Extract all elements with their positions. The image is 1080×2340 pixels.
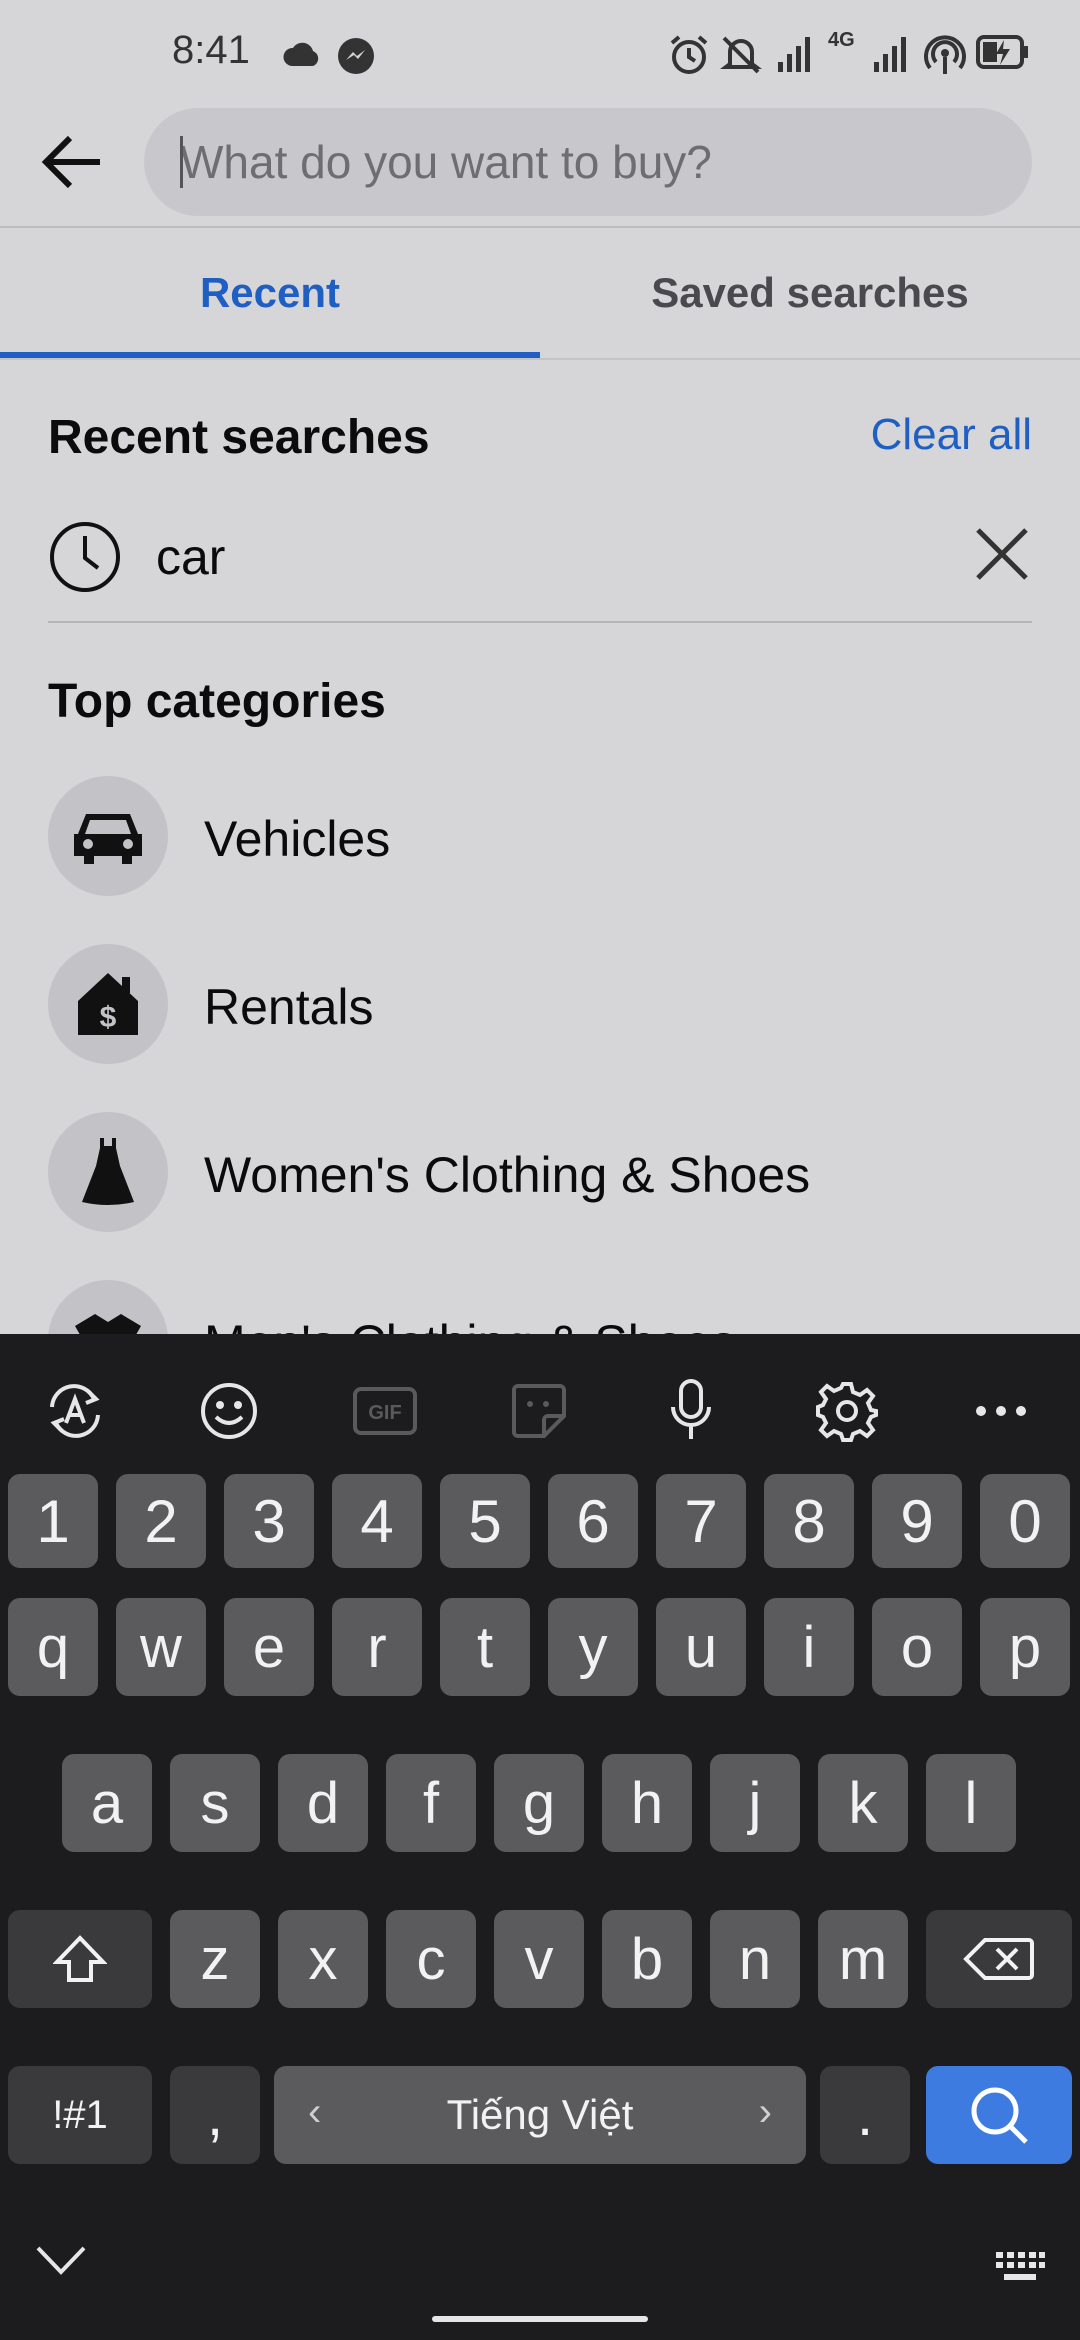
search-box[interactable] xyxy=(144,108,1032,216)
key-c[interactable]: c xyxy=(386,1910,476,2008)
key-y[interactable]: y xyxy=(548,1598,638,1696)
gif-icon: GIF xyxy=(340,1366,430,1456)
top-categories-title: Top categories xyxy=(48,675,386,728)
signal-icon-2 xyxy=(874,37,906,72)
key-h[interactable]: h xyxy=(602,1754,692,1852)
space-right-arrow: › xyxy=(758,2090,772,2134)
search-icon xyxy=(971,2087,1028,2144)
search-input[interactable] xyxy=(144,108,1032,216)
translate-icon[interactable] xyxy=(30,1366,120,1456)
key-u[interactable]: u xyxy=(656,1598,746,1696)
key-m[interactable]: m xyxy=(818,1910,908,2008)
category-vehicles[interactable]: Vehicles xyxy=(48,776,1032,896)
status-bar: 8:41 4G xyxy=(0,0,1080,100)
clock-icon xyxy=(50,522,120,592)
backspace-icon xyxy=(963,1938,1034,1980)
key-9[interactable]: 9 xyxy=(872,1474,962,1568)
key-0[interactable]: 0 xyxy=(980,1474,1070,1568)
shift-key[interactable] xyxy=(8,1910,152,2008)
key-q[interactable]: q xyxy=(8,1598,98,1696)
key-8[interactable]: 8 xyxy=(764,1474,854,1568)
recent-search-term: car xyxy=(156,529,226,585)
recent-searches-title: Recent searches xyxy=(48,411,430,464)
key-2[interactable]: 2 xyxy=(116,1474,206,1568)
key-6[interactable]: 6 xyxy=(548,1474,638,1568)
space-label: Tiếng Việt xyxy=(446,2091,634,2138)
recent-divider xyxy=(48,621,1032,623)
key-f[interactable]: f xyxy=(386,1754,476,1852)
key-e[interactable]: e xyxy=(224,1598,314,1696)
alarm-icon xyxy=(670,35,708,74)
back-button[interactable] xyxy=(30,120,114,204)
key-w[interactable]: w xyxy=(116,1598,206,1696)
clear-all-button[interactable]: Clear all xyxy=(871,410,1032,460)
home-indicator[interactable] xyxy=(432,2316,648,2322)
tabs-divider xyxy=(0,358,1080,360)
key-3[interactable]: 3 xyxy=(224,1474,314,1568)
key-s[interactable]: s xyxy=(170,1754,260,1852)
key-4[interactable]: 4 xyxy=(332,1474,422,1568)
key-l[interactable]: l xyxy=(926,1754,1016,1852)
tab-recent[interactable]: Recent xyxy=(0,228,540,358)
key-b[interactable]: b xyxy=(602,1910,692,2008)
key-d[interactable]: d xyxy=(278,1754,368,1852)
key-1[interactable]: 1 xyxy=(8,1474,98,1568)
sticker-icon xyxy=(494,1366,584,1456)
more-icon[interactable] xyxy=(956,1366,1046,1456)
emoji-icon[interactable] xyxy=(184,1366,274,1456)
key-t[interactable]: t xyxy=(440,1598,530,1696)
backspace-key[interactable] xyxy=(926,1910,1072,2008)
key-v[interactable]: v xyxy=(494,1910,584,2008)
key-a[interactable]: a xyxy=(62,1754,152,1852)
status-time: 8:41 xyxy=(172,28,250,72)
category-womens-clothing[interactable]: Women's Clothing & Shoes xyxy=(48,1112,1032,1232)
dress-icon xyxy=(48,1112,168,1232)
category-rentals[interactable]: $ Rentals xyxy=(48,944,1032,1064)
key-5[interactable]: 5 xyxy=(440,1474,530,1568)
messenger-icon xyxy=(338,38,374,74)
signal-icon xyxy=(778,37,810,72)
house-dollar-icon: $ xyxy=(48,944,168,1064)
keyboard-icon[interactable] xyxy=(994,2250,1046,2284)
settings-icon[interactable] xyxy=(802,1366,892,1456)
shift-icon xyxy=(53,1935,107,1982)
recent-search-item[interactable]: car xyxy=(48,510,1032,624)
key-i[interactable]: i xyxy=(764,1598,854,1696)
space-key[interactable]: ‹ Tiếng Việt › xyxy=(274,2066,806,2164)
key-o[interactable]: o xyxy=(872,1598,962,1696)
key-r[interactable]: r xyxy=(332,1598,422,1696)
symbols-key[interactable]: !#1 xyxy=(8,2066,152,2164)
arrow-left-icon xyxy=(41,135,100,189)
close-icon[interactable] xyxy=(972,524,1032,584)
key-x[interactable]: x xyxy=(278,1910,368,2008)
mute-icon xyxy=(720,36,762,74)
network-type-label: 4G xyxy=(828,29,855,51)
car-icon xyxy=(48,776,168,896)
svg-text:$: $ xyxy=(100,1001,117,1034)
space-left-arrow: ‹ xyxy=(308,2090,322,2134)
key-p[interactable]: p xyxy=(980,1598,1070,1696)
key-7[interactable]: 7 xyxy=(656,1474,746,1568)
text-cursor xyxy=(180,136,183,188)
category-label: Women's Clothing & Shoes xyxy=(204,1147,811,1203)
key-z[interactable]: z xyxy=(170,1910,260,2008)
key-k[interactable]: k xyxy=(818,1754,908,1852)
category-label: Rentals xyxy=(204,979,374,1035)
chevron-down-icon[interactable] xyxy=(34,2240,88,2278)
period-key[interactable]: . xyxy=(820,2066,910,2164)
tab-saved-searches[interactable]: Saved searches xyxy=(540,228,1080,358)
key-n[interactable]: n xyxy=(710,1910,800,2008)
hotspot-icon xyxy=(924,35,966,74)
search-key[interactable] xyxy=(926,2066,1072,2164)
key-j[interactable]: j xyxy=(710,1754,800,1852)
gif-label: GIF xyxy=(368,1402,401,1424)
cloud-icon xyxy=(283,42,319,66)
key-g[interactable]: g xyxy=(494,1754,584,1852)
microphone-icon[interactable] xyxy=(646,1366,736,1456)
battery-icon xyxy=(976,35,1028,69)
comma-key[interactable]: , xyxy=(170,2066,260,2164)
category-label: Vehicles xyxy=(204,811,391,867)
